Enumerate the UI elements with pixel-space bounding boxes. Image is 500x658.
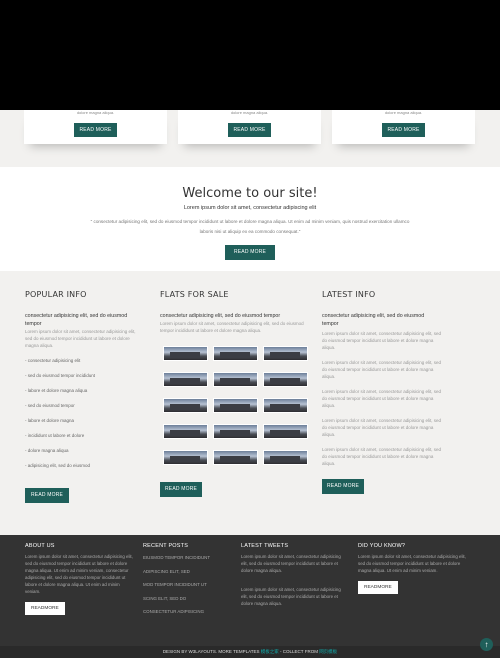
list-item[interactable]: - dolore magna aliqua xyxy=(25,448,143,463)
list-item[interactable]: - sed do eiusmod tempor incididunt xyxy=(25,373,143,388)
welcome-read-more-button[interactable]: READ MORE xyxy=(224,245,276,260)
feature-card: dolore magna aliqua. READ MORE xyxy=(332,110,475,144)
templates-link[interactable]: 模板之家 xyxy=(261,649,279,654)
flats-for-sale: FLATS FOR SALE consectetur adipisicing e… xyxy=(160,290,308,334)
copyright-bar: DESIGN BY W3LAYOUTS. MORE TEMPLATES 模板之家… xyxy=(0,646,500,658)
flat-thumbnail[interactable] xyxy=(163,398,208,413)
flat-thumbnail[interactable] xyxy=(163,424,208,439)
card-text: dolore magna aliqua. xyxy=(230,110,269,115)
popular-lead: consectetur adipisicing elit, sed do eiu… xyxy=(25,313,128,327)
latest-item: Lorem ipsum dolor sit amet, consectetur … xyxy=(322,360,442,379)
feature-card: dolore magna aliqua. READ MORE xyxy=(178,110,321,144)
list-item[interactable]: - sed do eiusmod tempor xyxy=(25,403,143,418)
latest-item: Lorem ipsum dolor sit amet, consectetur … xyxy=(322,418,442,437)
list-item[interactable]: - incididunt ut labore et dolore xyxy=(25,433,143,448)
latest-item: Lorem ipsum dolor sit amet, consectetur … xyxy=(322,389,442,408)
flats-lead: consectetur adipisicing elit, sed do eiu… xyxy=(160,313,281,319)
copyright-text: - COLLECT FROM xyxy=(278,649,320,654)
content-columns: POPULAR INFO consectetur adipisicing eli… xyxy=(0,271,500,535)
collect-link[interactable]: 网页模板 xyxy=(319,649,337,654)
recent-post-link[interactable]: EIUSMOD TEMPOR INCIDIDUNT xyxy=(143,551,233,565)
footer-latest-tweets: LATEST TWEETS Lorem ipsum dolor sit amet… xyxy=(241,543,346,607)
card-read-more-button[interactable]: READ MORE xyxy=(74,123,117,137)
welcome-title: Welcome to our site! xyxy=(182,186,318,201)
popular-title: POPULAR INFO xyxy=(25,290,87,299)
flat-thumbnail[interactable] xyxy=(263,346,308,361)
header-bar xyxy=(0,0,500,110)
card-text: dolore magna aliqua. xyxy=(76,110,115,115)
footer-know-title: DID YOU KNOW? xyxy=(358,543,406,549)
footer-recent-title: RECENT POSTS xyxy=(143,543,189,549)
flats-title: FLATS FOR SALE xyxy=(160,290,229,299)
flat-thumbnail[interactable] xyxy=(213,398,258,413)
flat-thumbnail[interactable] xyxy=(163,450,208,465)
popular-read-more-button[interactable]: READ MORE xyxy=(25,488,70,503)
latest-item: Lorem ipsum dolor sit amet, consectetur … xyxy=(322,447,442,466)
tweet-text: Lorem ipsum dolor sit amet, consectetur … xyxy=(241,554,341,573)
feature-cards: dolore magna aliqua. READ MORE dolore ma… xyxy=(0,110,500,167)
footer-about-title: ABOUT US xyxy=(25,543,55,549)
footer-know-readmore-button[interactable]: READMORE xyxy=(358,581,398,594)
card-read-more-button[interactable]: READ MORE xyxy=(228,123,271,137)
latest-info: LATEST INFO consectetur adipisicing elit… xyxy=(322,290,442,494)
flat-thumbnail[interactable] xyxy=(263,372,308,387)
popular-info: POPULAR INFO consectetur adipisicing eli… xyxy=(25,290,143,503)
flat-thumbnail[interactable] xyxy=(213,424,258,439)
list-item[interactable]: - consectetur adipisicing elit xyxy=(25,358,143,373)
recent-post-link[interactable]: CONSECTETUR ADIPISICING xyxy=(143,605,233,619)
footer-about-text: Lorem ipsum dolor sit amet, consectetur … xyxy=(25,554,133,594)
footer-recent-posts: RECENT POSTS EIUSMOD TEMPOR INCIDIDUNT A… xyxy=(143,543,233,619)
flat-thumbnail[interactable] xyxy=(263,450,308,465)
footer-about: ABOUT US Lorem ipsum dolor sit amet, con… xyxy=(25,543,135,615)
latest-item: Lorem ipsum dolor sit amet, consectetur … xyxy=(322,331,442,350)
flat-thumbnail[interactable] xyxy=(163,346,208,361)
flat-thumbnail[interactable] xyxy=(213,450,258,465)
list-item[interactable]: - adipisicing elit, sed do eiusmod xyxy=(25,463,143,478)
footer: ABOUT US Lorem ipsum dolor sit amet, con… xyxy=(0,535,500,646)
popular-list: - consectetur adipisicing elit - sed do … xyxy=(25,358,143,478)
tweet-text: Lorem ipsum dolor sit amet, consectetur … xyxy=(241,587,341,606)
flats-read-more-button[interactable]: READ MORE xyxy=(160,482,203,497)
recent-post-link[interactable]: SCING ELIT, SED DO xyxy=(143,592,233,606)
welcome-section: Welcome to our site! Lorem ipsum dolor s… xyxy=(0,167,500,271)
latest-read-more-button[interactable]: READ MORE xyxy=(322,479,365,494)
footer-about-readmore-button[interactable]: READMORE xyxy=(25,602,65,615)
welcome-subtitle: Lorem ipsum dolor sit amet, consectetur … xyxy=(183,205,317,211)
flat-thumbnail[interactable] xyxy=(213,346,258,361)
flat-thumbnail[interactable] xyxy=(263,398,308,413)
flat-thumbnail[interactable] xyxy=(213,372,258,387)
copyright-text: DESIGN BY W3LAYOUTS. MORE TEMPLATES xyxy=(162,649,261,654)
footer-did-you-know: DID YOU KNOW? Lorem ipsum dolor sit amet… xyxy=(358,543,468,594)
footer-tweets-title: LATEST TWEETS xyxy=(241,543,289,549)
footer-know-text: Lorem ipsum dolor sit amet, consectetur … xyxy=(358,554,466,573)
flat-thumbnail[interactable] xyxy=(163,372,208,387)
list-item[interactable]: - labore et dolore magna xyxy=(25,418,143,433)
list-item[interactable]: - labore et dolore magna aliqua xyxy=(25,388,143,403)
recent-post-link[interactable]: MOD TEMPOR INCIDIDUNT UT xyxy=(143,578,233,592)
popular-body: Lorem ipsum dolor sit amet, consectetur … xyxy=(25,329,136,348)
feature-card: dolore magna aliqua. READ MORE xyxy=(24,110,167,144)
welcome-quote: " consectetur adipisicing elit, sed do e… xyxy=(90,219,410,234)
arrow-up-icon[interactable]: ↑ xyxy=(480,638,493,651)
latest-lead: consectetur adipisicing elit, sed do eiu… xyxy=(322,313,425,327)
flats-body: Lorem ipsum dolor sit amet, consectetur … xyxy=(160,321,304,333)
recent-post-link[interactable]: ADIPISCING ELIT, SED xyxy=(143,565,233,579)
latest-title: LATEST INFO xyxy=(322,290,376,299)
card-text: dolore magna aliqua. xyxy=(384,110,423,115)
card-read-more-button[interactable]: READ MORE xyxy=(382,123,425,137)
flat-thumbnail[interactable] xyxy=(263,424,308,439)
recent-posts-list: EIUSMOD TEMPOR INCIDIDUNT ADIPISCING ELI… xyxy=(143,551,233,619)
